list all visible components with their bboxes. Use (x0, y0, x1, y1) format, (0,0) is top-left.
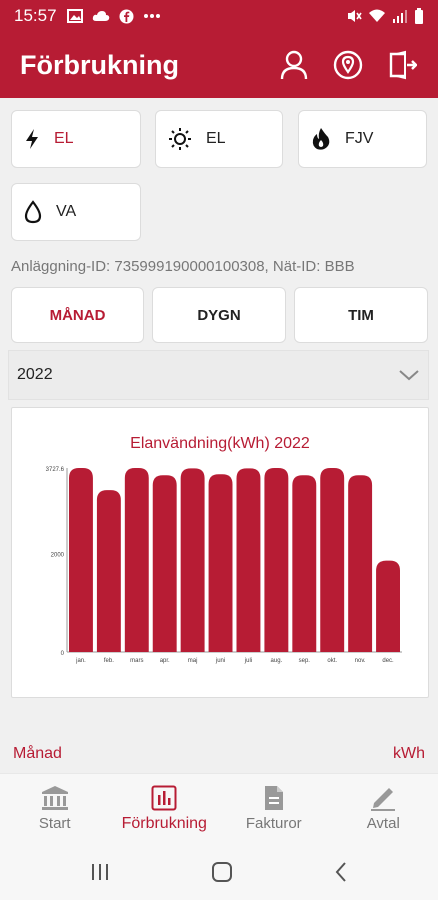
period-day-button[interactable]: DYGN (152, 287, 286, 343)
col-month: Månad (13, 745, 62, 762)
location-icon[interactable] (332, 49, 364, 81)
bar-aug (264, 468, 289, 652)
type-el-solar-label: EL (206, 130, 226, 147)
x-tick-label: mars (130, 658, 143, 664)
bar-sep (292, 475, 317, 652)
back-icon[interactable] (334, 861, 348, 883)
system-nav-bar (0, 843, 438, 900)
x-tick-label: nov. (355, 658, 366, 664)
mute-icon (348, 10, 362, 22)
page-title: Förbrukning (20, 49, 179, 80)
bar-dec (376, 560, 400, 652)
type-el-solar-button[interactable]: EL (155, 110, 283, 168)
type-el-button[interactable]: EL (11, 110, 141, 168)
status-time: 15:57 (14, 6, 57, 25)
x-tick-label: aug. (271, 658, 283, 664)
logout-icon[interactable] (386, 49, 418, 81)
chevron-down-icon (399, 370, 419, 381)
nav-start-label: Start (38, 815, 71, 832)
type-fjv-label: FJV (345, 130, 374, 147)
type-fjv-button[interactable]: FJV (298, 110, 427, 168)
bar-maj (180, 468, 205, 652)
cloud-icon (92, 11, 109, 21)
bolt-icon (26, 129, 38, 149)
nav-usage[interactable]: Förbrukning (110, 774, 220, 843)
bank-icon (41, 786, 68, 810)
flame-icon (312, 128, 330, 150)
home-icon[interactable] (211, 861, 233, 883)
bar-feb (96, 490, 121, 652)
x-tick-label: jan. (75, 658, 86, 664)
table-header: Månad kWh (13, 745, 425, 763)
document-icon (264, 786, 283, 810)
app-bar: Förbrukning (0, 32, 438, 98)
y-tick-label: 3727.6 (46, 467, 65, 473)
nav-start[interactable]: Start (0, 774, 110, 843)
usage-chart: Elanvändning(kWh) 2022 3727.6 2000 0 jan. fe… (11, 407, 429, 698)
x-tick-label: apr. (160, 658, 170, 664)
status-bar: 15:57 (0, 0, 438, 32)
bar-okt (320, 468, 345, 652)
nav-contract-label: Avtal (366, 815, 400, 832)
battery-icon (415, 7, 423, 24)
bar-jan (69, 468, 93, 652)
type-va-button[interactable]: VA (11, 183, 141, 241)
year-select[interactable]: 2022 (8, 350, 429, 400)
signal-icon (393, 10, 407, 23)
x-tick-label: sep. (299, 658, 311, 664)
x-tick-label: juli (244, 658, 252, 664)
facebook-icon (119, 9, 134, 23)
y-tick-label: 2000 (51, 552, 65, 558)
bottom-nav: Start Förbrukning Fakturor Avtal (0, 773, 438, 843)
wifi-icon (369, 9, 385, 22)
nav-contract[interactable]: Avtal (329, 774, 438, 843)
period-month-button[interactable]: MÅNAD (11, 287, 144, 343)
period-hour-button[interactable]: TIM (294, 287, 428, 343)
nav-usage-label: Förbrukning (121, 814, 207, 832)
bar-mars (124, 468, 149, 652)
sun-icon (169, 128, 191, 150)
type-va-label: VA (56, 203, 77, 220)
bar-juni (208, 474, 233, 652)
nav-invoices[interactable]: Fakturor (219, 774, 329, 843)
x-tick-label: maj (188, 658, 198, 664)
type-el-label: EL (54, 130, 74, 147)
more-icon (143, 14, 160, 18)
profile-icon[interactable] (278, 49, 310, 81)
bar-apr (152, 475, 177, 652)
pen-icon (371, 788, 396, 811)
x-tick-label: okt. (327, 658, 337, 664)
nav-invoices-label: Fakturor (245, 815, 302, 832)
col-unit: kWh (393, 745, 425, 762)
year-select-value: 2022 (17, 366, 53, 383)
x-tick-label: juni (215, 658, 225, 664)
drop-icon (24, 200, 42, 224)
image-icon (66, 9, 83, 23)
chart-icon (151, 785, 177, 810)
y-tick-label: 0 (61, 651, 65, 657)
recents-icon[interactable] (90, 862, 110, 882)
chart-canvas: 3727.6 2000 0 jan. feb. mars apr. maj juni juli au… (46, 467, 402, 664)
bar-juli (236, 468, 261, 652)
x-tick-label: feb. (104, 658, 114, 664)
bar-nov (348, 475, 373, 652)
x-tick-label: dec. (382, 658, 394, 664)
meter-id-text: Anläggning-ID: 735999190000100308, Nät-I… (11, 258, 355, 275)
